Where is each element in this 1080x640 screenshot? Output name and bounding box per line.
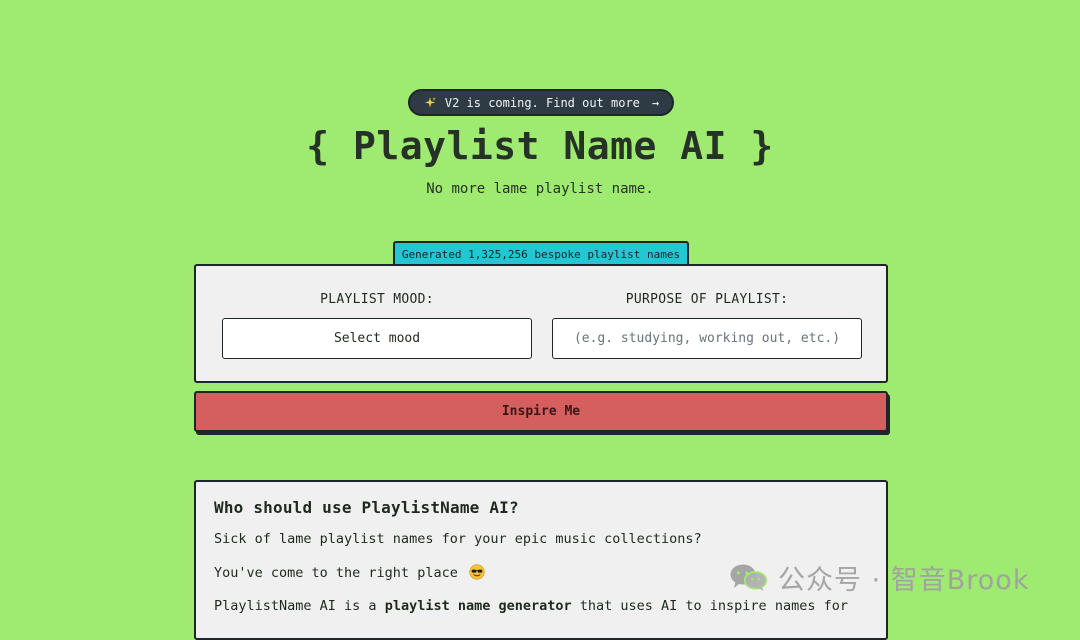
inspire-me-button[interactable]: Inspire Me [194,391,888,432]
info-line-3: PlaylistName AI is a playlist name gener… [214,598,868,614]
announcement-pill[interactable]: V2 is coming. Find out more → [408,89,674,116]
page-title: { Playlist Name AI } [306,124,774,168]
info-line-3-bold: playlist name generator [384,598,572,614]
info-card: Who should use PlaylistName AI? Sick of … [194,480,888,640]
sparkle-icon [424,96,436,108]
purpose-label: PURPOSE OF PLAYLIST: [625,292,789,307]
mood-select[interactable]: Select mood [222,318,532,359]
page-subtitle: No more lame playlist name. [426,181,654,197]
info-line-2-text: You've come to the right place [214,565,458,581]
playlist-form-card: PLAYLIST MOOD: PURPOSE OF PLAYLIST: Sele… [194,264,888,383]
mood-select-value: Select mood [333,331,421,346]
sunglasses-emoji-icon [469,564,485,580]
arrow-right-icon: → [651,95,660,110]
info-line-3-prefix: PlaylistName AI is a [214,598,385,614]
info-line-3-suffix: that uses AI to inspire names for [571,598,848,614]
purpose-field-wrapper [552,318,862,359]
announcement-text: V2 is coming. Find out more [444,95,640,110]
purpose-input[interactable] [553,319,861,358]
info-title: Who should use PlaylistName AI? [214,498,519,517]
info-line-2: You've come to the right place [214,564,868,581]
mood-label: PLAYLIST MOOD: [320,292,434,307]
generated-count-badge: Generated 1,325,256 bespoke playlist nam… [393,241,689,266]
info-line-1: Sick of lame playlist names for your epi… [214,531,702,547]
